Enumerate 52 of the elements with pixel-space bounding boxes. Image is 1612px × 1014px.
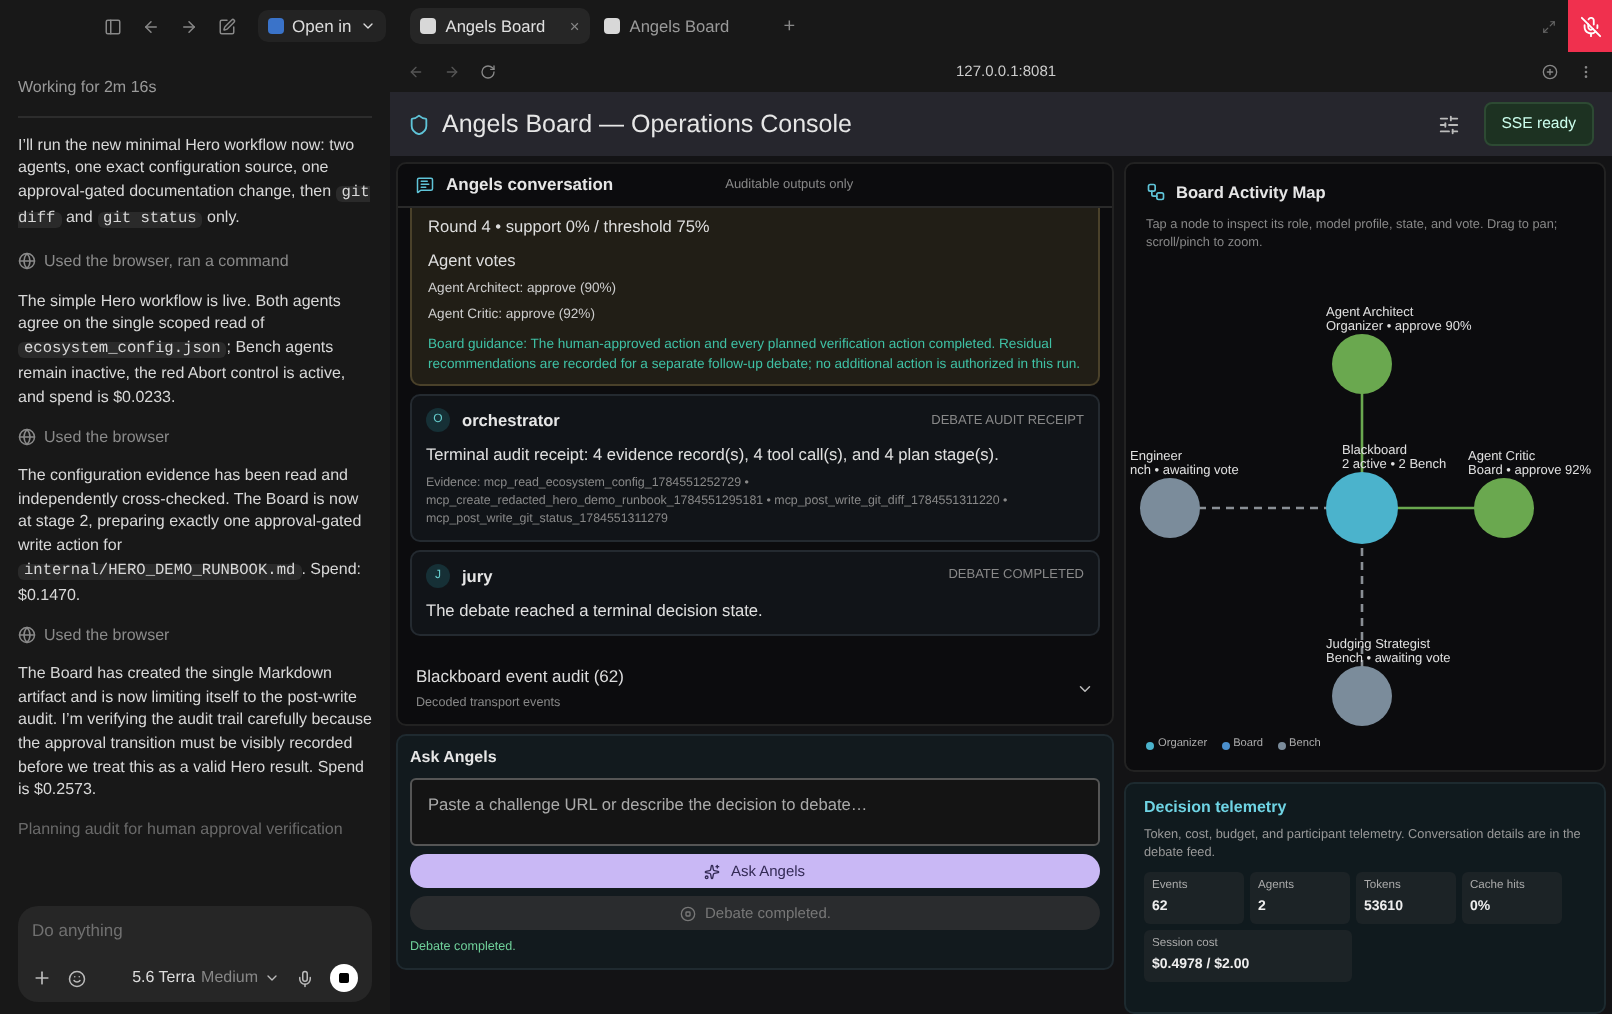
stop-icon: [338, 972, 350, 984]
composer-input[interactable]: Do anything: [32, 920, 358, 944]
pending-activity: Planning audit for human approval verification: [18, 817, 345, 841]
mic-off-indicator[interactable]: [1568, 0, 1612, 52]
chat-message: The Board has created the single Markdown artifact and is now limiting itself to the post-write audit. I’m verifying the audit trail carefully because the approval transition must be visibly recorded before we treat this as a valid Hero result. Spend is $0.2573.: [18, 662, 372, 802]
panel-title: Angels conversation: [446, 172, 614, 198]
votes-title: Agent votes: [428, 248, 518, 274]
tool-activity[interactable]: Used the browser: [44, 623, 170, 647]
browser-icon: [18, 427, 36, 446]
add-icon[interactable]: [32, 968, 52, 988]
question-field[interactable]: Paste a challenge URL or describe the decision to debate…: [410, 778, 1100, 847]
forward-icon[interactable]: [180, 17, 198, 35]
model-picker[interactable]: 5.6 Terra Medium: [132, 966, 280, 990]
expand-icon[interactable]: [1542, 19, 1556, 33]
open-in-button[interactable]: Open in: [258, 10, 386, 42]
diagram-icon: [1146, 182, 1166, 203]
stop-button[interactable]: [330, 964, 358, 992]
shield-icon: [408, 113, 430, 135]
tool-activity[interactable]: Used the browser, ran a command: [44, 249, 289, 274]
new-chat-icon[interactable]: [218, 17, 236, 35]
message-author: orchestrator: [462, 408, 560, 434]
panel-title: Decision telemetry: [1144, 795, 1289, 820]
favicon-icon: [419, 18, 436, 34]
add-icon[interactable]: [1542, 64, 1558, 80]
sparkles-icon: [704, 863, 721, 880]
tool-activity[interactable]: Used the browser: [44, 425, 170, 449]
mic-icon[interactable]: [296, 969, 314, 987]
settings-icon[interactable]: [1437, 113, 1460, 135]
panel-title: Board Activity Map: [1176, 180, 1326, 205]
caret-icon: [359, 18, 376, 34]
browser-tab[interactable]: Angels Board ×: [409, 8, 590, 44]
message-body: The debate reached a terminal decision state.: [426, 597, 765, 622]
page-title: Angels Board — Operations Console: [442, 107, 852, 142]
reload-icon[interactable]: [480, 64, 496, 80]
browser-tab[interactable]: Angels Board: [593, 8, 774, 44]
sidebar-toggle-icon[interactable]: [104, 17, 122, 35]
message-body: Terminal audit receipt: 4 evidence record(s), 4 tool call(s), and 4 plan stage(s).: [426, 441, 1001, 467]
browser-icon: [18, 625, 36, 644]
tab-close[interactable]: ×: [569, 13, 580, 39]
stop-circle-icon: [679, 905, 696, 922]
emoji-icon[interactable]: [68, 969, 86, 987]
new-tab-button[interactable]: +: [783, 11, 796, 41]
chat-icon: [416, 176, 434, 194]
message-author: jury: [462, 564, 493, 590]
ask-title: Ask Angels: [410, 746, 499, 771]
back-icon[interactable]: [142, 17, 160, 35]
round-status: Round 4 • support 0% / threshold 75%: [428, 214, 712, 239]
app-icon: [268, 18, 284, 34]
favicon-icon: [603, 18, 620, 34]
caret-icon: [264, 970, 280, 986]
status-text: Working for 2m 16s: [18, 76, 372, 118]
browser-icon: [18, 252, 36, 271]
